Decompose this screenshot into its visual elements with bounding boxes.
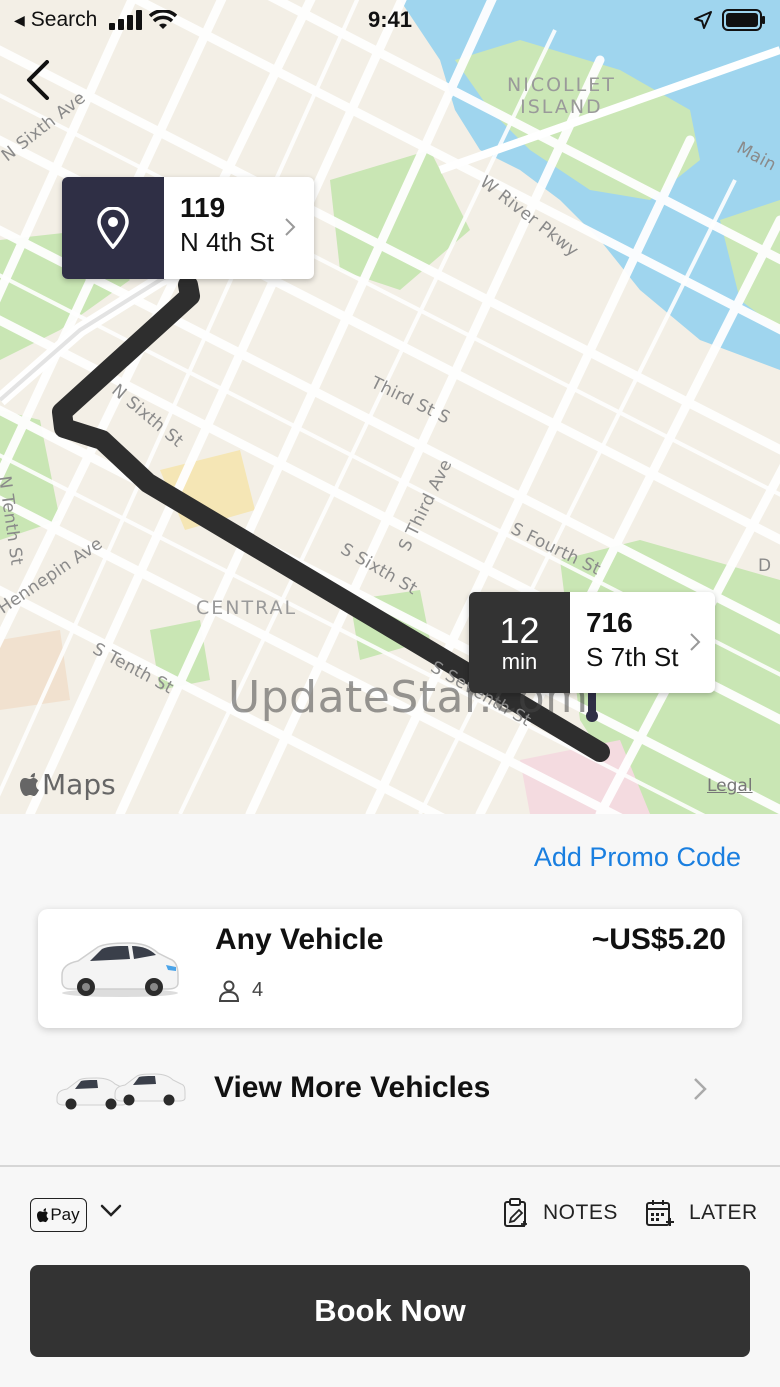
pickup-number: 119 bbox=[180, 192, 226, 223]
chevron-left-icon bbox=[27, 60, 49, 100]
payment-options-row: Pay NOTES LATER bbox=[0, 1184, 780, 1244]
dropoff-street: S 7th St bbox=[586, 642, 679, 672]
dropoff-location-card[interactable]: 12 min 716 S 7th St bbox=[469, 592, 715, 693]
apple-logo-icon bbox=[20, 772, 39, 796]
dropoff-number: 716 bbox=[586, 607, 633, 638]
view-more-vehicles-label: View More Vehicles bbox=[214, 1071, 491, 1104]
notes-button[interactable]: NOTES bbox=[503, 1198, 618, 1228]
status-time: 9:41 bbox=[367, 7, 413, 32]
later-label: LATER bbox=[689, 1201, 758, 1224]
battery-icon bbox=[722, 9, 765, 31]
legal-link[interactable]: Legal bbox=[707, 776, 753, 796]
add-promo-code-link[interactable]: Add Promo Code bbox=[534, 842, 741, 873]
pickup-location-card[interactable]: 119 N 4th St bbox=[62, 177, 314, 279]
eta-value: 12 bbox=[499, 609, 540, 651]
vehicle-option-any[interactable]: Any Vehicle ~US$5.20 4 bbox=[38, 909, 742, 1028]
vehicle-price: ~US$5.20 bbox=[591, 923, 726, 956]
apple-pay-selector[interactable]: Pay bbox=[30, 1198, 87, 1232]
location-arrow-icon bbox=[694, 11, 712, 29]
pickup-badge bbox=[62, 177, 164, 279]
person-icon bbox=[218, 980, 240, 1002]
chevron-right-icon bbox=[285, 218, 296, 236]
book-now-button[interactable]: Book Now bbox=[30, 1265, 750, 1357]
eta-badge: 12 min bbox=[469, 592, 570, 693]
map-view[interactable]: NICOLLET ISLAND CENTRAL N Sixth Ave W Ri… bbox=[0, 0, 780, 814]
chevron-right-icon bbox=[694, 1078, 707, 1100]
payment-method-label: Pay bbox=[50, 1205, 80, 1224]
notes-label: NOTES bbox=[543, 1201, 618, 1224]
booking-sheet: Add Promo Code Any Vehicle ~US$5.20 4 Vi… bbox=[0, 814, 780, 1387]
chevron-down-icon[interactable] bbox=[100, 1204, 122, 1218]
view-more-vehicles-row[interactable]: View More Vehicles bbox=[0, 1054, 780, 1124]
district-label-central: CENTRAL bbox=[196, 597, 298, 619]
divider bbox=[0, 1165, 780, 1167]
maps-logo-text: Maps bbox=[42, 768, 116, 801]
maps-logo: Maps bbox=[20, 768, 116, 801]
chevron-right-icon bbox=[689, 633, 700, 651]
seat-count: 4 bbox=[252, 979, 264, 1001]
eta-unit: min bbox=[501, 648, 538, 674]
street-label: D bbox=[758, 556, 772, 576]
location-pin-icon bbox=[97, 207, 129, 249]
district-label-nicollet-island: NICOLLET ISLAND bbox=[507, 74, 616, 118]
calendar-add-icon bbox=[646, 1200, 674, 1226]
back-button[interactable] bbox=[18, 56, 58, 104]
clipboard-edit-icon bbox=[504, 1198, 527, 1227]
status-bar: ◀ Search 9:41 bbox=[0, 0, 780, 40]
multiple-cars-image bbox=[56, 1073, 186, 1110]
pickup-street: N 4th St bbox=[180, 227, 274, 257]
vehicle-name: Any Vehicle bbox=[215, 923, 384, 956]
car-image bbox=[61, 942, 179, 997]
later-button[interactable]: LATER bbox=[645, 1198, 758, 1228]
seat-capacity: 4 bbox=[218, 979, 263, 1002]
apple-logo-icon bbox=[37, 1207, 49, 1222]
